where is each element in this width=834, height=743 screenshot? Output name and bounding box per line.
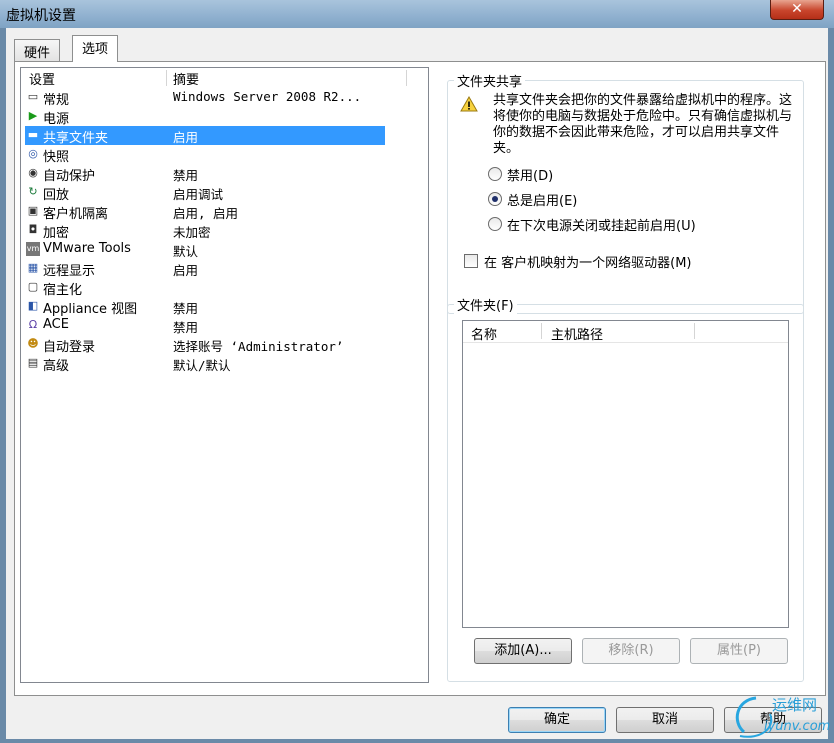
folders-table-header: 名称 主机路径: [463, 321, 788, 343]
close-button[interactable]: ✕: [770, 0, 824, 20]
remote-display-icon: ▦: [27, 261, 39, 274]
settings-row[interactable]: ◎ 快照: [25, 145, 385, 165]
settings-row-name: 电源: [43, 112, 70, 127]
settings-row-name: 自动保护: [43, 169, 96, 184]
settings-row[interactable]: ▭ 常规 Windows Server 2008 R2...: [25, 88, 385, 108]
settings-row[interactable]: ◧ Appliance 视图 禁用: [25, 297, 385, 317]
settings-row-name: ACE: [43, 317, 69, 332]
title-bar: 虚拟机设置 ✕: [0, 0, 834, 28]
settings-row[interactable]: ▬ 共享文件夹 启用: [25, 126, 385, 146]
settings-row[interactable]: ◉ 自动保护 禁用: [25, 164, 385, 184]
radio-enable-until-poweroff[interactable]: [488, 217, 502, 231]
settings-row[interactable]: ▢ 宿主化: [25, 278, 385, 298]
settings-row[interactable]: ↻ 回放 启用调试: [25, 183, 385, 203]
watermark-text: 运维网: [772, 696, 818, 714]
settings-row-name: VMware Tools: [43, 241, 131, 256]
column-header-name[interactable]: 名称: [471, 324, 497, 343]
folder-properties-button[interactable]: 属性(P): [690, 638, 788, 664]
column-header-summary[interactable]: 摘要: [173, 69, 199, 88]
warning-icon: [460, 96, 478, 112]
radio-disable[interactable]: [488, 167, 502, 181]
settings-row[interactable]: ▤ 高级 默认/默认: [25, 354, 385, 374]
settings-row-summary: 禁用: [173, 320, 199, 335]
lock-icon: ▣: [27, 204, 39, 217]
settings-row-summary: 默认/默认: [173, 358, 231, 373]
settings-row-name: 自动登录: [43, 340, 96, 355]
settings-row[interactable]: Ω ACE 禁用: [25, 316, 385, 335]
settings-row-summary: 启用, 启用: [173, 206, 239, 221]
power-icon: ▶: [28, 109, 38, 122]
map-drive-checkbox[interactable]: [464, 254, 478, 268]
folders-label: 文件夹(F): [454, 295, 517, 314]
settings-row-summary: 启用调试: [173, 187, 224, 202]
autoprotect-icon: ◉: [28, 166, 38, 179]
close-icon: ✕: [791, 1, 803, 17]
settings-row[interactable]: vm VMware Tools 默认: [25, 240, 385, 259]
vmware-tools-icon: vm: [26, 242, 40, 256]
settings-row-name: 宿主化: [43, 283, 83, 298]
tab-hardware[interactable]: 硬件: [14, 39, 61, 61]
settings-row-summary: 启用: [173, 263, 199, 278]
appliance-icon: ◧: [27, 299, 39, 312]
warning-text: 共享文件夹会把你的文件暴露给虚拟机中的程序。这将使你的电脑与数据处于危险中。只有…: [493, 93, 793, 156]
folder-sharing-label: 文件夹共享: [454, 71, 526, 90]
settings-list[interactable]: 设置 摘要 ▭ 常规 Windows Server 2008 R2... ▶ 电源 ▬ 共享…: [20, 67, 429, 683]
radio-always-enable[interactable]: [488, 192, 502, 206]
watermark-logo: 运维网 iyunv.com: [730, 692, 830, 740]
settings-row[interactable]: ☻ 自动登录 选择账号 ‘Administrator’: [25, 335, 385, 355]
unity-icon: ▢: [27, 280, 39, 293]
radio-disable-label[interactable]: 禁用(D): [507, 165, 553, 184]
settings-row[interactable]: ▶ 电源: [25, 107, 385, 127]
settings-row-summary: 未加密: [173, 225, 211, 240]
settings-row-name: 常规: [43, 93, 70, 108]
settings-row-summary: 禁用: [173, 301, 199, 316]
settings-row-summary: 选择账号 ‘Administrator’: [173, 339, 344, 354]
settings-row[interactable]: ▦ 远程显示 启用: [25, 259, 385, 279]
column-header-host-path[interactable]: 主机路径: [551, 324, 603, 343]
map-drive-label[interactable]: 在 客户机映射为一个网络驱动器(M): [484, 252, 692, 271]
radio-enable-until-poweroff-label[interactable]: 在下次电源关闭或挂起前启用(U): [507, 215, 696, 234]
settings-row[interactable]: ▣ 客户机隔离 启用, 启用: [25, 202, 385, 222]
snapshot-icon: ◎: [28, 147, 38, 160]
autologon-icon: ☻: [27, 337, 39, 350]
settings-row-name: 快照: [43, 150, 70, 165]
folders-table[interactable]: 名称 主机路径: [462, 320, 789, 628]
ace-icon: Ω: [28, 318, 38, 331]
settings-row-summary: 默认: [173, 244, 199, 259]
remove-folder-button[interactable]: 移除(R): [582, 638, 680, 664]
window-title: 虚拟机设置: [6, 8, 76, 24]
watermark-url: iyunv.com: [764, 719, 831, 734]
folder-icon: ▬: [27, 128, 39, 141]
settings-row-summary: 启用: [173, 130, 199, 145]
list-header: 设置 摘要: [21, 68, 428, 88]
settings-row-name: 客户机隔离: [43, 207, 109, 222]
tab-options[interactable]: 选项: [72, 35, 119, 62]
settings-row-summary: 禁用: [173, 168, 199, 183]
settings-row-summary: Windows Server 2008 R2...: [173, 89, 362, 104]
ok-button[interactable]: 确定: [508, 707, 606, 733]
replay-icon: ↻: [28, 185, 38, 198]
add-folder-button[interactable]: 添加(A)...: [474, 638, 572, 664]
settings-row-name: 高级: [43, 359, 70, 374]
settings-row-name: 共享文件夹: [43, 131, 109, 146]
advanced-icon: ▤: [27, 356, 39, 369]
settings-row-name: 远程显示: [43, 264, 96, 279]
computer-icon: ▭: [27, 90, 39, 103]
column-header-setting[interactable]: 设置: [29, 69, 55, 88]
settings-row-name: Appliance 视图: [43, 302, 138, 317]
settings-row[interactable]: ◘ 加密 未加密: [25, 221, 385, 241]
encrypt-icon: ◘: [28, 223, 38, 236]
dialog-body: 硬件 选项 设置 摘要 ▭ 常规 Windows Server 2008 R2...…: [6, 28, 828, 739]
settings-row-name: 加密: [43, 226, 70, 241]
radio-always-enable-label[interactable]: 总是启用(E): [507, 190, 577, 209]
cancel-button[interactable]: 取消: [616, 707, 714, 733]
settings-row-name: 回放: [43, 188, 70, 203]
